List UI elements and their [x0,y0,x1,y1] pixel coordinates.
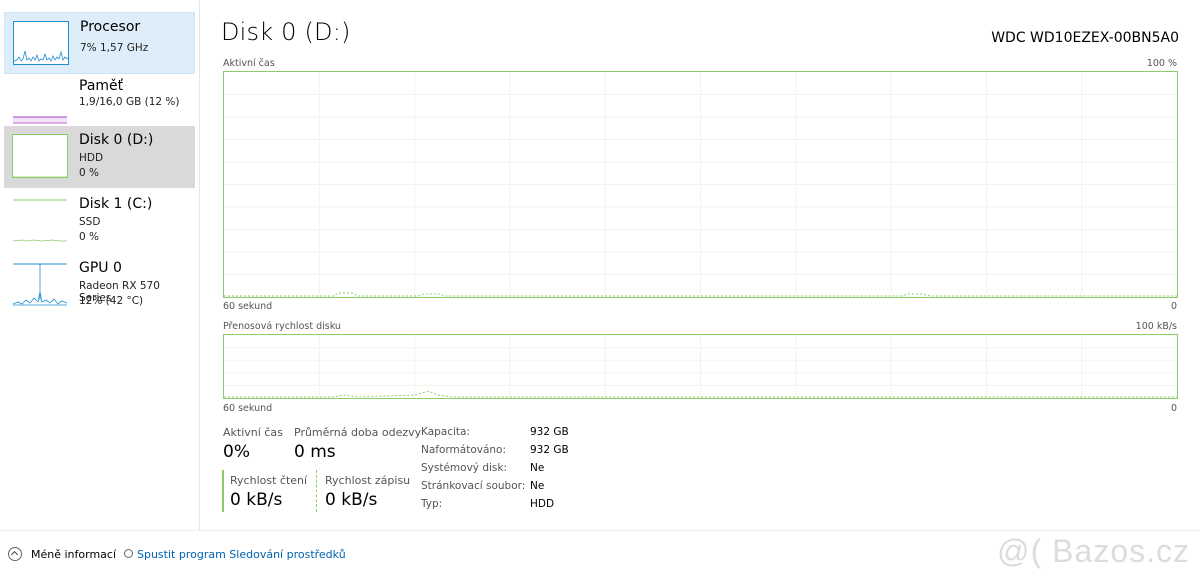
write-speed-indicator [316,470,319,512]
sidebar-item-processor[interactable]: Procesor 7% 1,57 GHz [4,12,195,74]
response-time-value: 0 ms [294,442,336,462]
sidebar-item-title: Paměť [79,78,124,94]
sidebar-item-usage: 12% (42 °C) [79,295,144,307]
sidebar-item-detail: 7% 1,57 GHz [80,42,149,54]
disk1-thumbnail-graph [12,198,68,242]
sidebar: Procesor 7% 1,57 GHz Paměť 1,9/16,0 GB (… [0,0,200,530]
disk0-thumbnail-graph [12,134,68,178]
write-speed-label: Rychlost zápisu [325,474,411,487]
page-file-label: Stránkovací soubor: [421,480,526,492]
sidebar-item-gpu0[interactable]: GPU 0 Radeon RX 570 Series 12% (42 °C) [4,254,195,316]
type-label: Typ: [421,498,443,510]
sidebar-item-detail: 1,9/16,0 GB (12 %) [79,96,180,108]
sidebar-item-title: GPU 0 [79,260,122,276]
sidebar-item-type: SSD [79,216,101,228]
sidebar-item-disk0[interactable]: Disk 0 (D:) HDD 0 % [4,126,195,188]
page-title: Disk 0 (D:) [221,18,351,46]
transfer-rate-graph [223,334,1178,399]
page-file-value: Ne [530,480,545,492]
active-time-graph-xlabel: 60 sekund [223,301,273,312]
sidebar-item-title: Procesor [80,19,141,35]
capacity-label: Kapacita: [421,426,471,438]
sidebar-item-title: Disk 1 (C:) [79,196,153,212]
resource-monitor-icon [124,549,133,558]
cpu-thumbnail-graph [13,21,69,65]
response-time-label: Průměrná doba odezvy [294,426,422,439]
transfer-rate-graph-max: 100 kB/s [1135,321,1177,332]
formatted-label: Naformátováno: [421,444,507,456]
transfer-rate-graph-xlabel: 60 sekund [223,403,273,414]
read-speed-value: 0 kB/s [230,490,283,510]
sidebar-item-memory[interactable]: Paměť 1,9/16,0 GB (12 %) [4,72,195,134]
system-disk-value: Ne [530,462,545,474]
open-resource-monitor-link[interactable]: Spustit program Sledování prostředků [137,548,346,561]
gpu-thumbnail-graph [12,262,68,306]
active-time-graph [223,71,1178,298]
transfer-rate-graph-min: 0 [1170,403,1177,414]
memory-thumbnail-graph [12,80,68,124]
chevron-up-icon[interactable] [8,547,22,561]
read-speed-indicator [222,470,224,512]
disk-model: WDC WD10EZEX-00BN5A0 [991,30,1179,46]
write-speed-value: 0 kB/s [325,490,378,510]
sidebar-item-disk1[interactable]: Disk 1 (C:) SSD 0 % [4,190,195,252]
watermark: @( Bazos.cz [997,533,1190,569]
capacity-value: 932 GB [530,426,569,438]
sidebar-item-type: HDD [79,152,104,164]
less-info-button[interactable]: Méně informací [31,548,116,561]
formatted-value: 932 GB [530,444,569,456]
transfer-rate-graph-label: Přenosová rychlost disku [223,321,341,332]
sidebar-item-title: Disk 0 (D:) [79,132,154,148]
sidebar-item-usage: 0 % [79,167,99,179]
footer: Méně informací Spustit program Sledování… [0,530,1200,576]
active-time-value: 0% [223,442,250,462]
active-time-graph-max: 100 % [1146,58,1177,69]
sidebar-item-usage: 0 % [79,231,99,243]
active-time-label: Aktivní čas [223,426,283,439]
system-disk-label: Systémový disk: [421,462,508,474]
active-time-graph-label: Aktivní čas [223,58,275,69]
read-speed-label: Rychlost čtení [230,474,308,487]
active-time-graph-min: 0 [1170,301,1177,312]
type-value: HDD [530,498,555,510]
